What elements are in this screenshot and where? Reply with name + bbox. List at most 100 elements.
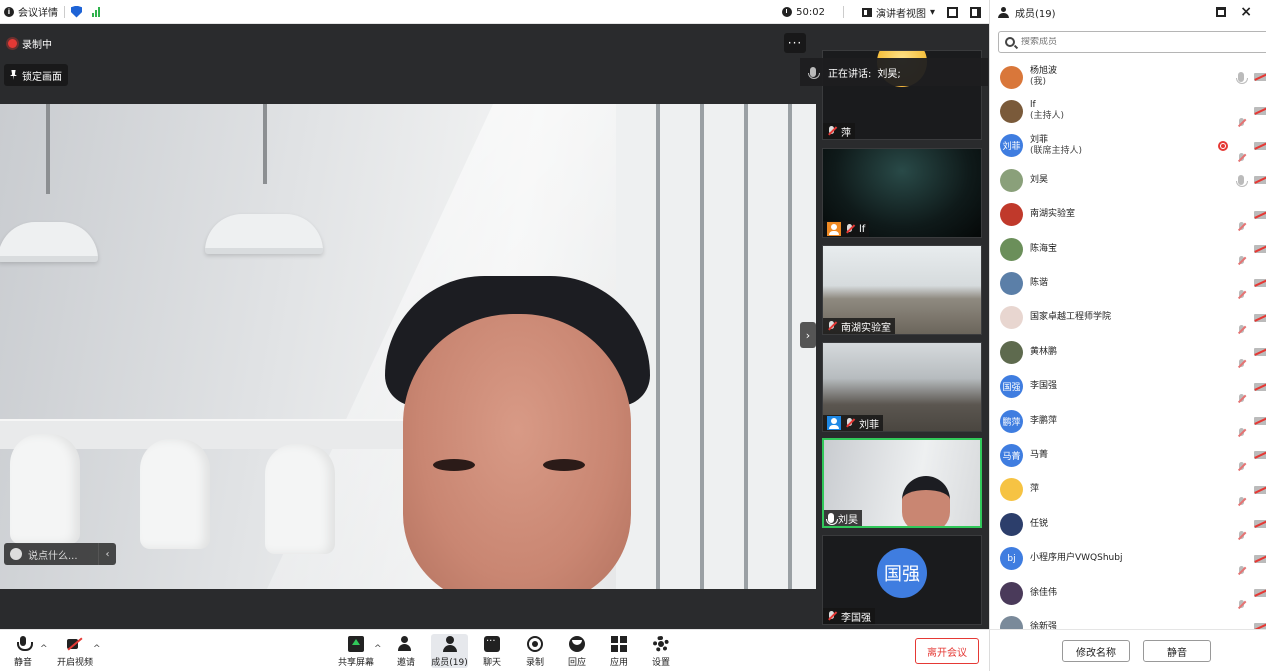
member-name-block: 李国强 [1030, 381, 1057, 392]
more-options-button[interactable]: ··· [784, 33, 806, 53]
invite-button[interactable]: 邀请 [394, 634, 418, 668]
thumbnail-tile[interactable]: 刘菲 [822, 342, 982, 432]
member-row[interactable]: 徐新强 [990, 610, 1266, 630]
video-off-icon[interactable] [1254, 589, 1266, 597]
video-off-icon[interactable] [1254, 348, 1266, 357]
member-row[interactable]: lf (主持人) [990, 94, 1266, 128]
member-name-block: 小程序用户VWQShubj [1030, 553, 1122, 564]
member-row[interactable]: 鹏萍 李鹏萍 [990, 404, 1266, 438]
search-input[interactable] [1021, 37, 1221, 47]
member-row[interactable]: 南湖实验室 [990, 198, 1266, 232]
sidebar-toggle-icon[interactable] [970, 6, 981, 18]
leave-meeting-button[interactable]: 离开会议 [915, 638, 979, 664]
muted-mic-icon[interactable] [1238, 462, 1246, 472]
muted-mic-icon[interactable] [1238, 496, 1246, 507]
muted-mic-icon[interactable] [1238, 565, 1246, 576]
muted-mic-icon[interactable] [1238, 221, 1246, 232]
quick-chat-input[interactable]: 说点什么... ‹ [4, 543, 116, 565]
members-button[interactable]: 成员(19) [431, 634, 468, 668]
mic-icon[interactable] [1236, 175, 1248, 188]
member-row[interactable]: 徐佳伟 [990, 576, 1266, 610]
muted-mic-icon[interactable] [1238, 290, 1246, 300]
host-user-icon [827, 222, 841, 236]
share-screen-button[interactable]: 共享屏幕 [337, 634, 375, 668]
view-mode-dropdown[interactable]: 演讲者视图 ▾ [861, 5, 935, 20]
video-off-icon[interactable] [1254, 520, 1266, 529]
video-off-icon[interactable] [1254, 554, 1266, 563]
video-options-caret-icon[interactable]: ^ [93, 644, 101, 654]
react-button[interactable]: 回应 [566, 634, 588, 668]
video-off-icon[interactable] [1254, 176, 1266, 185]
member-row[interactable]: 任锐 [990, 507, 1266, 541]
apps-button[interactable]: 应用 [608, 634, 630, 668]
member-row[interactable]: 黄林鹏 [990, 335, 1266, 369]
rename-button[interactable]: 修改名称 [1062, 640, 1130, 662]
security-shield-icon[interactable] [71, 5, 82, 18]
member-row[interactable]: 刘菲 刘菲 (联席主持人) [990, 129, 1266, 163]
video-off-icon[interactable] [1254, 451, 1266, 460]
video-off-icon[interactable] [1254, 313, 1266, 322]
expand-thumbnails-chevron-icon[interactable]: › [800, 322, 816, 348]
member-search[interactable] [998, 31, 1266, 53]
video-off-icon[interactable] [1254, 73, 1266, 81]
collapse-chevron-icon[interactable]: ‹ [98, 543, 116, 565]
video-off-icon[interactable] [1254, 245, 1266, 253]
muted-mic-icon[interactable] [1238, 324, 1246, 335]
muted-mic-icon[interactable] [1238, 393, 1246, 404]
video-off-icon[interactable] [1254, 417, 1266, 425]
close-icon[interactable]: × [1240, 5, 1252, 19]
muted-mic-icon[interactable] [1238, 359, 1246, 369]
mic-icon[interactable] [1236, 72, 1248, 84]
muted-mic-icon[interactable] [1238, 256, 1246, 266]
thumbnail-tile[interactable]: lf [822, 148, 982, 238]
member-row[interactable]: 陈谐 [990, 266, 1266, 300]
video-off-icon[interactable] [1254, 141, 1266, 150]
member-name-block: 徐佳伟 [1030, 588, 1057, 599]
muted-mic-icon[interactable] [1238, 152, 1246, 163]
video-off-icon[interactable] [1254, 279, 1266, 288]
network-signal-icon[interactable] [92, 6, 100, 17]
member-name-block: 萍 [1030, 484, 1039, 495]
thumbnail-label: 南湖实验室 [823, 318, 895, 334]
members-icon [998, 6, 1009, 18]
thumbnail-tile-active[interactable]: 刘昊 [822, 438, 982, 528]
member-row[interactable]: 国家卓越工程师学院 [990, 301, 1266, 335]
thumbnail-label: lf [823, 221, 870, 237]
start-video-button[interactable]: 开启视频 [56, 634, 94, 668]
lock-view-button[interactable]: 锁定画面 [4, 64, 68, 86]
member-row[interactable]: bj 小程序用户VWQShubj [990, 542, 1266, 576]
member-row[interactable]: 萍 [990, 473, 1266, 507]
avatar [1000, 615, 1023, 630]
muted-mic-icon[interactable] [1238, 118, 1246, 128]
thumbnail-tile[interactable]: 南湖实验室 [822, 245, 982, 335]
video-off-icon[interactable] [1254, 382, 1266, 391]
member-row[interactable]: 杨旭波 (我) [990, 60, 1266, 94]
fullscreen-icon[interactable] [947, 6, 958, 18]
video-off-icon[interactable] [1254, 210, 1266, 219]
muted-mic-icon[interactable] [1238, 428, 1246, 438]
mute-button[interactable]: 静音 [12, 634, 34, 668]
share-options-caret-icon[interactable]: ^ [374, 644, 382, 654]
record-label: 录制 [525, 658, 544, 668]
member-row[interactable]: 陈海宝 [990, 232, 1266, 266]
member-row[interactable]: 马菁 马菁 [990, 438, 1266, 472]
thumbnail-tile[interactable]: 国强 李国强 [822, 535, 982, 625]
mute-all-button[interactable]: 静音 [1143, 640, 1211, 662]
video-off-icon[interactable] [1254, 107, 1266, 116]
invite-label: 邀请 [396, 658, 415, 668]
muted-mic-icon[interactable] [1238, 600, 1246, 610]
meeting-details-button[interactable]: i 会议详情 [4, 4, 58, 19]
react-label: 回应 [567, 658, 586, 668]
settings-button[interactable]: 设置 [650, 634, 672, 668]
popout-icon[interactable] [1216, 7, 1227, 17]
recording-label: 录制中 [22, 40, 52, 51]
thumbnail-label: 刘昊 [824, 510, 862, 526]
emoji-icon[interactable] [10, 548, 22, 560]
record-button[interactable]: 录制 [524, 634, 546, 668]
audio-options-caret-icon[interactable]: ^ [40, 644, 48, 654]
video-off-icon[interactable] [1254, 485, 1266, 494]
member-row[interactable]: 国强 李国强 [990, 370, 1266, 404]
chat-button[interactable]: 聊天 [481, 634, 503, 668]
muted-mic-icon[interactable] [1238, 531, 1246, 541]
member-row[interactable]: 刘昊 [990, 163, 1266, 197]
